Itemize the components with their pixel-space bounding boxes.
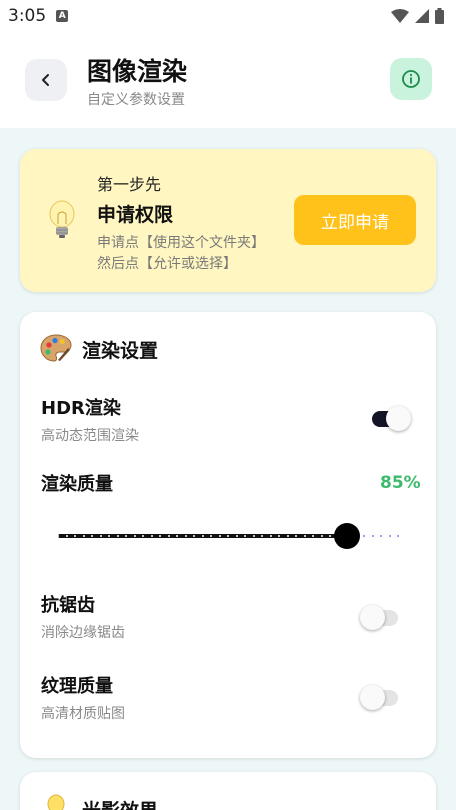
slider-tick [133, 535, 136, 537]
slider-tick [252, 535, 255, 537]
back-button[interactable] [25, 59, 67, 101]
permission-desc-line1: 申请点【使用这个文件夹】 [97, 235, 265, 251]
battery-icon [435, 8, 444, 24]
texture-desc: 高清材质贴图 [41, 706, 125, 722]
slider-tick [218, 535, 221, 537]
signal-icon [415, 9, 429, 23]
info-icon [402, 70, 420, 88]
slider-tick [201, 535, 204, 537]
slider-tick [125, 535, 127, 537]
permission-title: 申请权限 [97, 204, 174, 226]
slider-tick [150, 535, 153, 537]
permission-card: 第一步先 申请权限 申请点【使用这个文件夹】 然后点【允许或选择】 立即申请 [20, 149, 436, 292]
render-settings-title: 渲染设置 [82, 340, 159, 362]
slider-tick [176, 535, 178, 537]
page-title: 图像渲染 [87, 57, 188, 86]
slider-tick [65, 535, 68, 537]
slider-tick [108, 535, 110, 537]
render-settings-card: 渲染设置 HDR渲染 高动态范围渲染 渲染质量 85% 抗锯齿 消除边缘锯齿 纹… [20, 312, 436, 758]
slider-tick [388, 535, 391, 537]
slider-thumb[interactable] [334, 523, 360, 549]
slider-tick [167, 535, 170, 537]
slider-tick [116, 535, 119, 537]
wifi-icon [391, 9, 409, 23]
lighting-title: 光影效果 [82, 796, 158, 810]
lightbulb-icon [49, 200, 75, 238]
antialias-label: 抗锯齿 [41, 595, 95, 616]
status-time: 3:05 [8, 6, 47, 26]
slider-tick [244, 535, 246, 537]
slider-tick [261, 535, 263, 537]
quality-label: 渲染质量 [41, 474, 113, 495]
antialias-desc: 消除边缘锯齿 [41, 625, 125, 641]
slider-tick [74, 535, 76, 537]
slider-tick [329, 535, 331, 537]
slider-tick [82, 535, 85, 537]
slider-tick [227, 535, 229, 537]
hdr-toggle[interactable] [368, 403, 412, 433]
page-subtitle: 自定义参数设置 [87, 92, 185, 108]
slider-tick [295, 535, 297, 537]
hdr-label: HDR渲染 [41, 398, 121, 419]
slider-tick [320, 535, 323, 537]
slider-tick [371, 535, 374, 537]
status-bar: 3:05 A [0, 0, 456, 32]
slider-tick [363, 535, 365, 537]
apply-permission-button[interactable]: 立即申请 [294, 195, 416, 245]
lighting-bulb-icon [47, 794, 65, 810]
slider-tick [286, 535, 289, 537]
app-header: 图像渲染 自定义参数设置 [0, 32, 456, 128]
texture-toggle[interactable] [360, 682, 404, 712]
hdr-desc: 高动态范围渲染 [41, 428, 139, 444]
permission-step: 第一步先 [97, 175, 162, 194]
info-button[interactable] [390, 58, 432, 100]
slider-tick [184, 535, 187, 537]
slider-tick [235, 535, 238, 537]
slider-tick [57, 535, 59, 537]
chevron-left-icon [42, 74, 49, 86]
slider-tick [99, 535, 102, 537]
slider-tick [142, 535, 144, 537]
lighting-card: 光影效果 [20, 772, 436, 810]
slider-tick [303, 535, 306, 537]
slider-tick [91, 535, 93, 537]
slider-tick [312, 535, 314, 537]
quality-value: 85% [380, 473, 421, 493]
slider-tick [210, 535, 212, 537]
quality-slider[interactable] [57, 522, 399, 550]
slider-tick [380, 535, 382, 537]
slider-tick [269, 535, 272, 537]
palette-icon [40, 334, 72, 362]
slider-tick [193, 535, 195, 537]
notification-a-icon: A [56, 10, 69, 22]
texture-label: 纹理质量 [41, 676, 113, 697]
permission-desc-line2: 然后点【允许或选择】 [97, 256, 237, 272]
slider-tick [397, 535, 399, 537]
antialias-toggle[interactable] [360, 602, 404, 632]
slider-tick [278, 535, 280, 537]
slider-tick [159, 535, 161, 537]
